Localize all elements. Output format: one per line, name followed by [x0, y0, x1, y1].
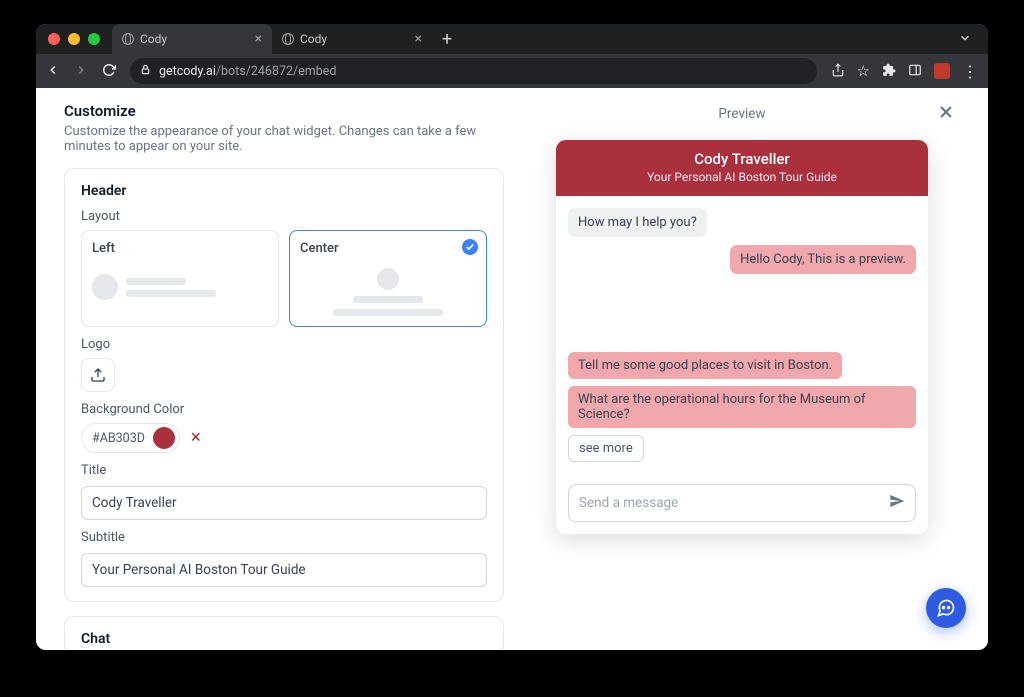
skeleton-line	[126, 290, 216, 297]
title-input[interactable]	[81, 486, 487, 520]
globe-icon	[282, 33, 294, 45]
widget-message-input[interactable]	[568, 484, 916, 522]
skeleton-line	[333, 309, 443, 316]
address-bar: getcody.ai/bots/246872/embed ☆ ⋮	[36, 54, 988, 88]
page-subtitle: Customize the appearance of your chat wi…	[64, 124, 504, 154]
user-message: Hello Cody, This is a preview.	[730, 245, 916, 274]
titlebar: Cody × Cody × +	[36, 24, 988, 54]
selected-check-icon	[462, 239, 478, 255]
layout-option-center[interactable]: Center	[289, 230, 487, 327]
minimize-window-button[interactable]	[68, 33, 80, 45]
reload-button[interactable]	[102, 62, 116, 81]
window-controls	[48, 33, 100, 45]
skeleton-line	[126, 278, 186, 285]
clear-color-button[interactable]: ✕	[190, 430, 202, 446]
browser-tabs: Cody × Cody × +	[112, 24, 462, 54]
forward-button[interactable]	[74, 62, 88, 81]
send-icon[interactable]	[889, 493, 905, 513]
widget-subtitle: Your Personal AI Boston Tour Guide	[564, 170, 920, 184]
url-host: getcody.ai	[159, 64, 216, 79]
layout-option-label: Left	[92, 241, 268, 256]
browser-window: Cody × Cody × + getcody.ai/bots/246872/e…	[36, 24, 988, 650]
tab-title: Cody	[300, 32, 327, 46]
widget-title: Cody Traveller	[564, 150, 920, 168]
page-content: Customize Customize the appearance of yo…	[36, 88, 988, 650]
extensions-icon[interactable]	[882, 62, 896, 81]
logo-label: Logo	[81, 337, 487, 352]
close-preview-button[interactable]	[936, 102, 956, 126]
skeleton-avatar	[377, 268, 399, 290]
preview-label: Preview	[524, 106, 960, 122]
chat-fab-button[interactable]	[926, 588, 966, 628]
subtitle-field-label: Subtitle	[81, 530, 487, 545]
bg-color-label: Background Color	[81, 402, 487, 417]
url-path: /bots/246872/embed	[216, 64, 337, 79]
profile-avatar[interactable]	[934, 63, 950, 79]
color-swatch	[153, 427, 175, 449]
back-button[interactable]	[46, 62, 60, 81]
page-title: Customize	[64, 102, 504, 120]
layout-option-left[interactable]: Left	[81, 230, 279, 327]
browser-tab[interactable]: Cody ×	[272, 24, 432, 54]
tabs-dropdown-icon[interactable]	[958, 30, 976, 49]
suggestion-chip[interactable]: What are the operational hours for the M…	[568, 386, 916, 428]
bookmark-icon[interactable]: ☆	[857, 62, 870, 80]
chat-widget-preview: Cody Traveller Your Personal AI Boston T…	[556, 140, 928, 534]
share-icon[interactable]	[831, 62, 845, 81]
bot-message: How may I help you?	[568, 208, 707, 237]
chat-card: Chat Message Size	[64, 616, 504, 650]
tab-title: Cody	[140, 32, 167, 46]
subtitle-input[interactable]	[81, 553, 487, 587]
card-title-chat: Chat	[81, 631, 487, 647]
layout-label: Layout	[81, 209, 487, 224]
bg-color-picker[interactable]: #AB303D	[81, 423, 180, 453]
skeleton-line	[353, 296, 423, 303]
widget-header: Cody Traveller Your Personal AI Boston T…	[556, 140, 928, 196]
close-tab-icon[interactable]: ×	[415, 31, 422, 47]
browser-tab-active[interactable]: Cody ×	[112, 24, 272, 54]
logo-upload-button[interactable]	[81, 358, 115, 392]
layout-option-label: Center	[300, 241, 476, 256]
bg-color-value: #AB303D	[92, 431, 145, 446]
card-title-header: Header	[81, 183, 487, 199]
maximize-window-button[interactable]	[88, 33, 100, 45]
header-card: Header Layout Left Ce	[64, 168, 504, 602]
lock-icon	[140, 64, 151, 79]
suggestion-chip[interactable]: Tell me some good places to visit in Bos…	[568, 352, 842, 379]
menu-icon[interactable]: ⋮	[962, 62, 978, 81]
close-tab-icon[interactable]: ×	[255, 31, 262, 47]
url-input[interactable]: getcody.ai/bots/246872/embed	[130, 58, 817, 84]
new-tab-button[interactable]: +	[432, 24, 462, 54]
message-text-input[interactable]	[579, 495, 881, 511]
see-more-button[interactable]: see more	[568, 435, 644, 462]
title-field-label: Title	[81, 463, 487, 478]
sidepanel-icon[interactable]	[908, 62, 922, 81]
close-window-button[interactable]	[48, 33, 60, 45]
skeleton-avatar	[92, 274, 118, 300]
globe-icon	[122, 33, 134, 45]
